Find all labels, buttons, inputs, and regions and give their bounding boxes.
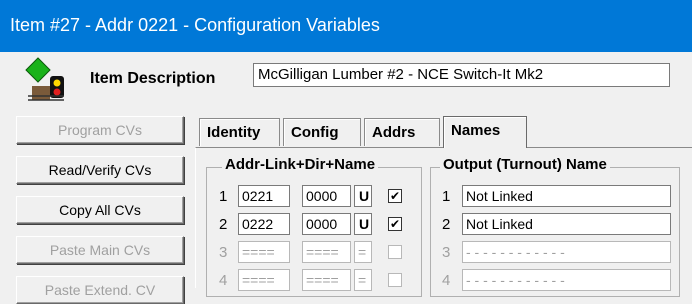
direction-field[interactable]: = — [354, 241, 372, 263]
dialog-client: Item Description McGilligan Lumber #2 - … — [0, 52, 692, 304]
title-bar[interactable]: Item #27 - Addr 0221 - Configuration Var… — [0, 0, 692, 52]
name-checkbox[interactable]: ✔ — [388, 189, 402, 203]
address-field[interactable]: ==== — [238, 241, 290, 263]
output-name-field[interactable]: Not Linked — [462, 185, 671, 207]
link-field[interactable]: ==== — [302, 241, 351, 263]
read-verify-cvs-button[interactable]: Read/Verify CVs — [16, 156, 184, 184]
item-description-label: Item Description — [90, 70, 216, 87]
name-checkbox[interactable]: ✔ — [388, 217, 402, 231]
item-description-input[interactable]: McGilligan Lumber #2 - NCE Switch-It Mk2 — [253, 63, 670, 87]
tab-config[interactable]: Config — [283, 118, 361, 146]
address-field[interactable]: 0221 — [238, 185, 290, 207]
link-field[interactable]: 0000 — [302, 213, 351, 235]
addr-row-number: 3 — [219, 244, 228, 261]
turnout-signal-icon — [25, 57, 64, 101]
addr-row-number: 2 — [219, 216, 228, 233]
addr-link-group-title: Addr-Link+Dir+Name — [222, 156, 379, 173]
direction-field[interactable]: U — [354, 213, 372, 235]
output-row-number: 1 — [442, 188, 451, 205]
address-field[interactable]: 0222 — [238, 213, 290, 235]
output-name-group-title: Output (Turnout) Name — [440, 156, 610, 173]
output-name-field[interactable]: - - - - - - - - - - - - — [462, 241, 671, 263]
name-checkbox[interactable] — [388, 245, 402, 259]
output-row-number: 3 — [442, 244, 451, 261]
output-row-number: 2 — [442, 216, 451, 233]
addr-row-number: 4 — [219, 272, 228, 289]
tab-identity[interactable]: Identity — [199, 118, 280, 146]
name-checkbox[interactable] — [388, 273, 402, 287]
tab-names[interactable]: Names — [443, 116, 527, 148]
output-name-field[interactable]: Not Linked — [462, 213, 671, 235]
paste-main-cvs-button[interactable]: Paste Main CVs — [16, 236, 184, 264]
output-row-number: 4 — [442, 272, 451, 289]
copy-all-cvs-button[interactable]: Copy All CVs — [16, 196, 184, 224]
link-field[interactable]: 0000 — [302, 185, 351, 207]
addr-row-number: 1 — [219, 188, 228, 205]
tab-addrs[interactable]: Addrs — [364, 118, 440, 146]
direction-field[interactable]: U — [354, 185, 372, 207]
program-cvs-button[interactable]: Program CVs — [16, 116, 184, 144]
window-title: Item #27 - Addr 0221 - Configuration Var… — [10, 15, 380, 35]
paste-extend-cv-button[interactable]: Paste Extend. CV — [16, 276, 184, 304]
